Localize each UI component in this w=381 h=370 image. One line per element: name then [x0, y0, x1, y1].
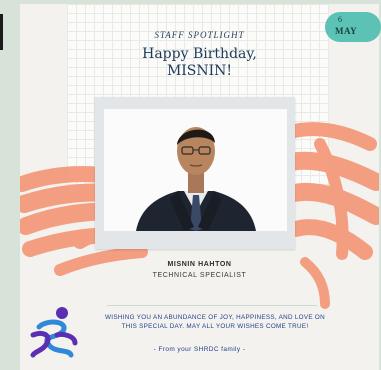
staff-name: MISNIN HAHTON [167, 261, 232, 268]
birthday-headline: Happy Birthday, MISNIN! [20, 46, 379, 80]
birthday-wish: WISHING YOU AN ABUNDANCE OF JOY, HAPPINE… [90, 314, 340, 331]
date-badge: 6 MAY [325, 12, 381, 42]
date-day: 6 [338, 15, 342, 24]
wish-line-1: WISHING YOU AN ABUNDANCE OF JOY, HAPPINE… [105, 314, 325, 321]
date-month: MAY [335, 26, 358, 36]
wish-line-2: THIS SPECIAL DAY. MAY ALL YOUR WISHES CO… [121, 322, 309, 330]
divider [107, 305, 317, 306]
staff-photo [104, 109, 287, 231]
shrdc-logo-icon [30, 307, 78, 358]
window-edge [0, 14, 3, 50]
headline-line-1: Happy Birthday, [142, 46, 257, 62]
headline-line-2: MISNIN! [166, 63, 233, 79]
staff-title: TECHNICAL SPECIALIST [152, 272, 247, 279]
staff-portrait-illustration [136, 127, 256, 231]
